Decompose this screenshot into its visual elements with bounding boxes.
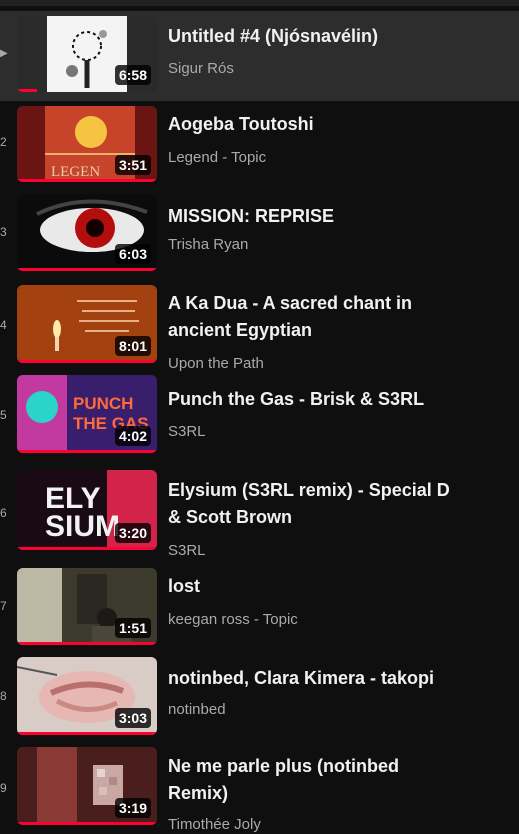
svg-text:PUNCH: PUNCH bbox=[73, 394, 133, 413]
duration-badge: 8:01 bbox=[114, 336, 151, 356]
watch-progress-bar bbox=[17, 732, 157, 735]
channel-name[interactable]: Timothée Joly bbox=[168, 816, 261, 834]
watch-progress-bar bbox=[17, 179, 157, 182]
playlist-item-8[interactable]: 8 3:03 notinbed, Clara Kimera - takopi n… bbox=[0, 651, 519, 741]
thumbnail[interactable]: 6:03 bbox=[17, 194, 157, 271]
item-index: 8 bbox=[0, 689, 7, 703]
item-index: 7 bbox=[0, 599, 7, 613]
thumbnail[interactable]: 1:51 bbox=[17, 568, 157, 645]
item-index: 6 bbox=[0, 506, 7, 520]
item-index: 2 bbox=[0, 135, 7, 149]
playlist-item-5[interactable]: 5 PUNCH THE GAS 4:02 Punch the Gas - Bri… bbox=[0, 370, 519, 460]
thumbnail[interactable]: PUNCH THE GAS 4:02 bbox=[17, 375, 157, 453]
playlist-item-2[interactable]: 2 LEGEN 3:51 Aogeba Toutoshi Legend - To… bbox=[0, 101, 519, 191]
thumbnail[interactable]: LEGEN 3:51 bbox=[17, 106, 157, 182]
video-title[interactable]: Ne me parle plus (notinbed Remix) bbox=[168, 753, 458, 807]
item-index: 9 bbox=[0, 781, 7, 795]
channel-name[interactable]: Trisha Ryan bbox=[168, 236, 248, 254]
watch-progress-bar bbox=[17, 450, 157, 453]
video-title[interactable]: MISSION: REPRISE bbox=[168, 203, 458, 230]
play-triangle-icon: ▶ bbox=[0, 48, 8, 59]
channel-name[interactable]: notinbed bbox=[168, 701, 226, 719]
duration-badge: 3:51 bbox=[114, 155, 151, 175]
duration-badge: 4:02 bbox=[114, 426, 151, 446]
watch-progress-bar bbox=[17, 822, 157, 825]
watch-progress-bar bbox=[17, 547, 157, 550]
channel-name[interactable]: keegan ross - Topic bbox=[168, 611, 298, 629]
thumbnail[interactable]: 8:01 bbox=[17, 285, 157, 363]
duration-badge: 6:03 bbox=[114, 244, 151, 264]
video-title[interactable]: lost bbox=[168, 573, 458, 600]
playlist-item-3[interactable]: 3 6:03 MISSION: REPRISE Trisha Ryan bbox=[0, 191, 519, 280]
thumbnail-text: LEGEN bbox=[51, 164, 100, 180]
channel-name[interactable]: Legend - Topic bbox=[168, 149, 266, 167]
item-index: 3 bbox=[0, 225, 7, 239]
thumbnail[interactable]: 6:58 bbox=[17, 16, 157, 92]
now-playing-indicator: ▶ bbox=[0, 45, 14, 59]
duration-badge: 3:19 bbox=[114, 798, 151, 818]
video-title[interactable]: Untitled #4 (Njósnavélin) bbox=[168, 23, 458, 50]
video-title[interactable]: A Ka Dua - A sacred chant in ancient Egy… bbox=[168, 290, 458, 344]
duration-badge: 6:58 bbox=[114, 65, 151, 85]
video-title[interactable]: Punch the Gas - Brisk & S3RL bbox=[168, 386, 458, 413]
item-index: 4 bbox=[0, 318, 7, 332]
watch-progress-bar bbox=[17, 642, 157, 645]
channel-name[interactable]: Sigur Rós bbox=[168, 60, 234, 78]
duration-badge: 3:03 bbox=[114, 708, 151, 728]
top-divider bbox=[0, 0, 519, 6]
playlist-item-7[interactable]: 7 1:51 lost keegan ross - Topic bbox=[0, 563, 519, 651]
watch-progress-bar bbox=[17, 89, 37, 92]
item-index: 5 bbox=[0, 408, 7, 422]
watch-progress-bar bbox=[17, 268, 157, 271]
duration-badge: 1:51 bbox=[114, 618, 151, 638]
playlist-item-9[interactable]: 9 3:19 Ne me parle plus (notinbed Remix)… bbox=[0, 741, 519, 833]
playlist-item-1[interactable]: ▶ 6:58 Untitled #4 (Njósnavélin) Sigur R… bbox=[0, 11, 519, 101]
video-title[interactable]: Aogeba Toutoshi bbox=[168, 111, 458, 138]
playlist-item-4[interactable]: 4 8:01 A Ka Dua - A sacred chant in anci… bbox=[0, 280, 519, 372]
video-title[interactable]: notinbed, Clara Kimera - takopi bbox=[168, 665, 458, 692]
thumbnail[interactable]: ELY SIUM 3:20 bbox=[17, 470, 157, 550]
thumbnail[interactable]: 3:19 bbox=[17, 747, 157, 825]
playlist-item-6[interactable]: 6 ELY SIUM 3:20 Elysium (S3RL remix) - S… bbox=[0, 460, 519, 559]
channel-name[interactable]: S3RL bbox=[168, 542, 206, 560]
duration-badge: 3:20 bbox=[114, 523, 151, 543]
thumbnail[interactable]: 3:03 bbox=[17, 657, 157, 735]
svg-text:SIUM: SIUM bbox=[45, 510, 120, 543]
watch-progress-bar bbox=[17, 360, 157, 363]
video-title[interactable]: Elysium (S3RL remix) - Special D & Scott… bbox=[168, 477, 458, 531]
channel-name[interactable]: S3RL bbox=[168, 423, 206, 441]
